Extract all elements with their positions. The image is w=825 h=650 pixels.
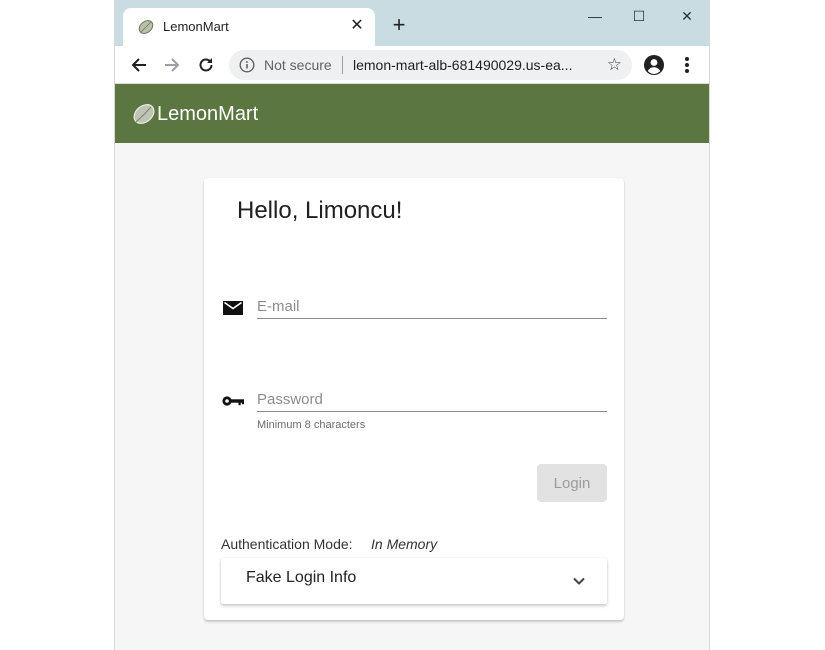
app-title[interactable]: LemonMart — [157, 103, 258, 126]
omnibox-separator — [342, 56, 343, 74]
menu-kebab-icon[interactable] — [676, 54, 698, 76]
app-toolbar: LemonMart — [115, 84, 709, 143]
address-bar[interactable]: Not secure lemon-mart-alb-681490029.us-e… — [229, 50, 632, 80]
minimize-icon[interactable]: — — [583, 6, 607, 26]
back-icon[interactable] — [128, 54, 150, 76]
window-close-icon[interactable]: ✕ — [675, 6, 699, 26]
fake-login-panel-title: Fake Login Info — [246, 569, 357, 586]
main-content: Hello, Limoncu! Minimum 8 characters — [115, 143, 709, 650]
security-status: Not secure — [264, 57, 332, 73]
bookmark-star-icon[interactable]: ☆ — [607, 55, 622, 75]
password-input[interactable] — [257, 388, 607, 410]
login-card: Hello, Limoncu! Minimum 8 characters — [204, 178, 624, 620]
password-field[interactable] — [257, 388, 607, 412]
forward-icon[interactable] — [161, 54, 183, 76]
login-button[interactable]: Login — [537, 464, 607, 502]
email-input[interactable] — [257, 295, 607, 317]
maximize-icon[interactable]: ☐ — [627, 6, 651, 26]
login-greeting: Hello, Limoncu! — [237, 197, 403, 224]
tab-close-icon[interactable]: ✕ — [347, 16, 367, 36]
key-icon — [222, 396, 244, 406]
browser-window: LemonMart ✕ + — ☐ ✕ Not secure lemon-mar… — [114, 0, 710, 650]
password-hint: Minimum 8 characters — [257, 419, 366, 431]
tab-title: LemonMart — [163, 19, 229, 34]
tab-strip: LemonMart ✕ + — ☐ ✕ — [115, 0, 709, 46]
email-field[interactable] — [257, 295, 607, 319]
auth-mode-label: Authentication Mode: — [221, 536, 353, 552]
browser-toolbar: Not secure lemon-mart-alb-681490029.us-e… — [115, 46, 709, 84]
auth-mode-value: In Memory — [371, 536, 438, 552]
fake-login-panel[interactable]: Fake Login Info — [221, 558, 607, 604]
info-icon[interactable] — [239, 57, 255, 73]
lemon-logo-icon[interactable] — [131, 101, 157, 127]
browser-tab[interactable]: LemonMart ✕ — [123, 8, 375, 46]
reload-icon[interactable] — [195, 54, 217, 76]
lemon-favicon-icon — [138, 20, 154, 34]
mail-icon — [223, 301, 243, 315]
chevron-down-icon[interactable] — [571, 573, 587, 589]
new-tab-button[interactable]: + — [387, 14, 411, 38]
profile-icon[interactable] — [643, 54, 665, 76]
url-text[interactable]: lemon-mart-alb-681490029.us-ea... — [353, 57, 572, 73]
